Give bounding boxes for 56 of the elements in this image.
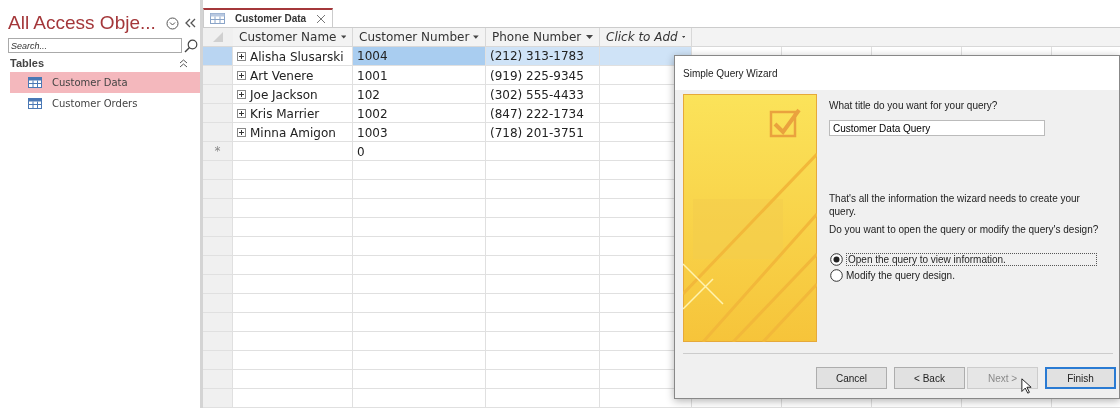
table-cell: Minna Amigon xyxy=(250,125,336,140)
table-cell: (212) 313-1783 xyxy=(486,47,600,66)
table-cell-text: 0 xyxy=(356,143,366,161)
table-cell: Joe Jackson xyxy=(250,87,318,102)
info-text: That's all the information the wizard needs to create your query. xyxy=(829,192,1081,218)
dropdown-arrow-icon[interactable] xyxy=(586,35,593,39)
group-label: Tables xyxy=(10,57,45,69)
new-record-marker: * xyxy=(214,144,221,158)
mouse-pointer-icon xyxy=(1021,378,1032,394)
pane-title: All Access Obje... xyxy=(8,12,156,34)
expand-icon[interactable] xyxy=(237,109,246,118)
expand-icon[interactable] xyxy=(237,128,246,137)
table-cell: Art Venere xyxy=(250,68,314,83)
dialog-button[interactable]: Finish xyxy=(1045,367,1116,389)
dropdown-arrow-icon[interactable] xyxy=(340,35,346,39)
table-icon xyxy=(28,77,42,88)
table-cell-text: 1002 xyxy=(356,105,389,123)
dialog-button[interactable]: Cancel xyxy=(816,367,887,389)
dropdown-icon[interactable] xyxy=(165,16,179,30)
dialog-title: Simple Query Wizard xyxy=(675,56,1119,90)
radio-option[interactable]: Modify the query design. xyxy=(829,267,1111,283)
column-header[interactable]: Phone Number xyxy=(486,28,600,46)
table-icon xyxy=(28,98,42,109)
table-cell-text: (919) 225-9345 xyxy=(489,67,585,85)
close-icon[interactable] xyxy=(316,13,327,24)
table-cell-text: 1003 xyxy=(356,124,389,142)
table-cell-text: 1001 xyxy=(356,67,389,85)
expand-icon[interactable] xyxy=(237,71,246,80)
expand-icon[interactable] xyxy=(237,90,246,99)
chevron-icon[interactable] xyxy=(179,58,188,68)
expand-icon[interactable] xyxy=(237,52,246,61)
dropdown-arrow-icon[interactable] xyxy=(473,35,479,39)
question-label: What title do you want for your query? xyxy=(829,99,999,112)
table-item[interactable]: Customer Orders xyxy=(10,93,200,114)
column-header[interactable]: Click to Add xyxy=(600,28,692,46)
search-field[interactable]: Search... xyxy=(8,38,182,53)
table-cell-text: (302) 555-4433 xyxy=(489,86,585,104)
table-item[interactable]: Customer Data xyxy=(10,72,200,93)
radio-button[interactable] xyxy=(830,252,843,266)
query-title-field[interactable]: Customer Data Query xyxy=(829,120,1045,136)
search-icon[interactable] xyxy=(184,38,198,53)
column-header[interactable]: Customer Number xyxy=(353,28,486,46)
radio-button[interactable] xyxy=(830,268,843,282)
column-header[interactable]: Customer Name xyxy=(233,28,353,46)
table-cell-text: (718) 201-3751 xyxy=(489,124,585,142)
table-cell: Kris Marrier xyxy=(250,106,320,121)
dropdown-arrow-icon[interactable] xyxy=(681,35,685,39)
collapse-icon[interactable] xyxy=(184,18,196,28)
prompt-text: Do you want to open the query or modify the query's design? xyxy=(829,223,1100,236)
table-icon xyxy=(210,13,225,24)
table-cell-text: 102 xyxy=(356,86,381,104)
dialog-button[interactable]: < Back xyxy=(894,367,965,389)
table-cell: Alisha Slusarski xyxy=(250,49,344,64)
table-cell: 1004 xyxy=(353,47,486,66)
document-tab[interactable]: Customer Data xyxy=(203,8,334,27)
table-cell-text: (847) 222-1734 xyxy=(489,105,585,123)
